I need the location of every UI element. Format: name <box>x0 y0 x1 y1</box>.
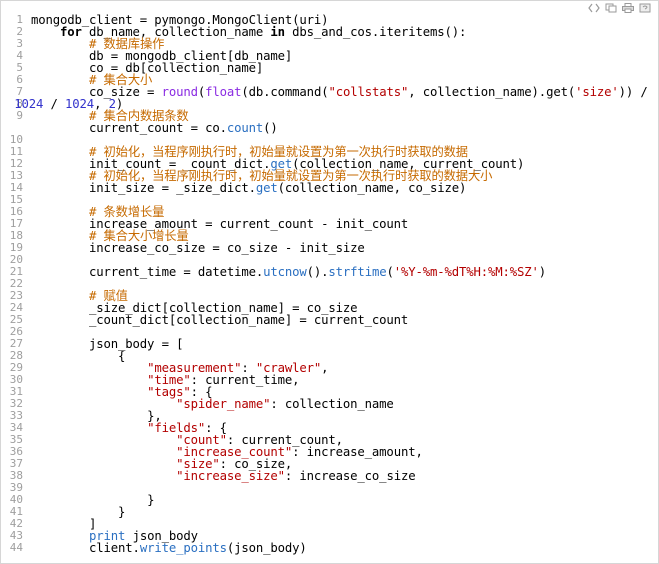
code-line-38: "increase_size": increase_co_size <box>31 470 652 482</box>
code-line-21: current_time = datetime.utcnow().strftim… <box>31 266 652 278</box>
code-line-19: increase_co_size = co_size - init_size <box>31 242 652 254</box>
help-icon[interactable] <box>638 2 652 14</box>
code-text: init_size = _size_dict. <box>89 181 256 195</box>
method-name: write_points <box>139 541 227 555</box>
code-line-7: co_size = round(float(db.command("collst… <box>31 86 652 98</box>
code-line-14: init_size = _size_dict.get(collection_na… <box>31 182 652 194</box>
print-icon[interactable] <box>621 2 635 14</box>
code-text: ) <box>538 265 547 279</box>
code-text: current_time = datetime. <box>89 265 264 279</box>
string-literal: "collstats" <box>328 85 409 99</box>
code-text: ( <box>386 265 394 279</box>
code-text: client. <box>89 541 140 555</box>
code-text: dbs_and_cos.iteritems(): <box>284 25 467 39</box>
code-text: : increase_co_size <box>284 469 416 483</box>
method-name: count <box>226 121 264 135</box>
code-toolbar <box>587 1 652 15</box>
builtin-float: float <box>205 85 242 99</box>
code-text: _count_dict[collection_name] = current_c… <box>89 313 409 327</box>
code-text: , collection_name).get( <box>408 85 576 99</box>
keyword-in: in <box>270 25 285 39</box>
method-name: utcnow <box>263 265 307 279</box>
code-text: (db.command( <box>241 85 329 99</box>
code-content: mongodb_client = pymongo.MongoClient(uri… <box>14 14 652 554</box>
line-number-gutter: 1 2 3 4 5 6 7 8 9 10 11 12 13 14 15 16 17 18 19 20 21 22 23 24 2… <box>1 14 25 554</box>
code-text: : increase_amount, <box>292 445 423 459</box>
code-line-9: current_count = co.count() <box>31 122 652 134</box>
copy-icon[interactable] <box>604 2 618 14</box>
string-literal: 'size' <box>575 85 619 99</box>
code-text: , <box>321 361 329 375</box>
code-block: 1 2 3 4 5 6 7 8 9 10 11 12 13 14 15 16 17 18 19 20 21 22 23 24 2… <box>0 0 659 564</box>
code-text: )) / <box>618 85 648 99</box>
code-text: } <box>118 505 126 519</box>
code-line-41: } <box>31 506 652 518</box>
code-text: increase_co_size = co_size - init_size <box>89 241 365 255</box>
code-text: (collection_name, co_size) <box>277 181 467 195</box>
code-text: current_count = co. <box>89 121 227 135</box>
line-number: 9 <box>16 109 23 122</box>
code-text: : collection_name <box>270 397 394 411</box>
code-line-44: client.write_points(json_body) <box>31 542 652 554</box>
code-text: (json_body) <box>226 541 307 555</box>
code-text: () <box>263 121 278 135</box>
code-text: (). <box>306 265 329 279</box>
method-name: get <box>255 181 278 195</box>
builtin-round: round <box>161 85 198 99</box>
code-text: } <box>147 493 155 507</box>
string-literal: "increase_size" <box>176 469 285 483</box>
code-line-25: _count_dict[collection_name] = current_c… <box>31 314 652 326</box>
line-number: 44 <box>9 541 23 554</box>
string-literal: "spider_name" <box>176 397 271 411</box>
view-source-icon[interactable] <box>587 2 601 14</box>
string-literal: '%Y-%m-%dT%H:%M:%SZ' <box>393 265 539 279</box>
method-name: strftime <box>328 265 387 279</box>
